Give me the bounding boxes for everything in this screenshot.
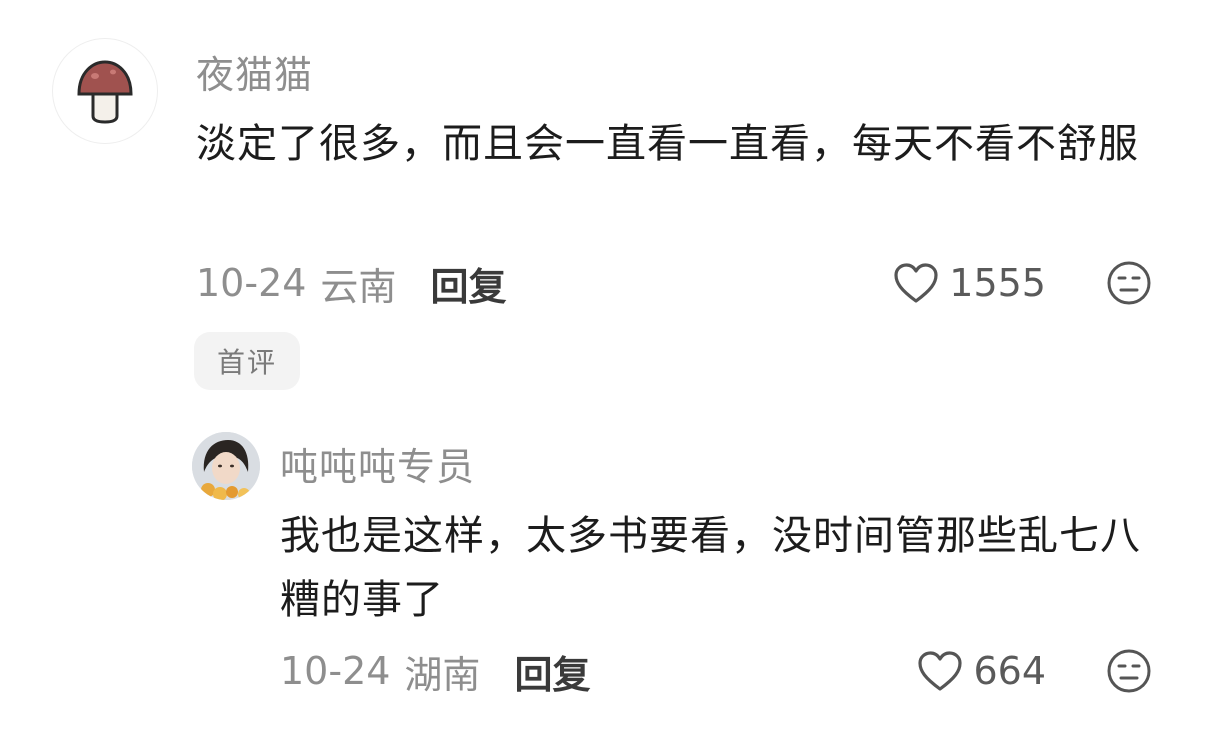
reply-button[interactable]: 回复 (430, 256, 506, 311)
reply-username[interactable]: 吨吨吨专员 (280, 436, 475, 491)
comment-date: 10-24 (196, 261, 307, 305)
reply-date: 10-24 (280, 649, 391, 693)
neutral-face-icon (1106, 260, 1152, 306)
reply-location: 湖南 (404, 652, 481, 697)
like-count: 664 (973, 649, 1046, 693)
heart-outline-icon (917, 650, 963, 692)
reaction-button[interactable] (1106, 648, 1152, 694)
like-button[interactable]: 664 (917, 646, 1046, 696)
reply-button[interactable]: 回复 (514, 644, 590, 699)
reaction-button[interactable] (1106, 260, 1152, 306)
avatar[interactable] (192, 432, 260, 500)
like-count: 1555 (949, 261, 1046, 305)
neutral-face-icon (1106, 648, 1152, 694)
like-button[interactable]: 1555 (893, 258, 1046, 308)
reply-meta: 10-24 湖南 回复 (280, 644, 590, 699)
comment-username[interactable]: 夜猫猫 (196, 44, 313, 99)
user-photo-avatar (192, 432, 260, 500)
first-comment-badge: 首评 (194, 332, 300, 390)
avatar[interactable] (52, 38, 158, 144)
heart-outline-icon (893, 262, 939, 304)
comment-meta: 10-24 云南 回复 (196, 256, 506, 311)
mushroom-icon (75, 58, 135, 124)
comment-location: 云南 (320, 264, 397, 309)
reply-content: 我也是这样，太多书要看，没时间管那些乱七八糟的事了 (280, 513, 1141, 623)
comment-thread: 夜猫猫 淡定了很多，而且会一直看一直看，每天不看不舒服 10-24 云南 回复 … (0, 0, 1224, 749)
comment-content: 淡定了很多，而且会一直看一直看，每天不看不舒服 (196, 121, 1139, 167)
